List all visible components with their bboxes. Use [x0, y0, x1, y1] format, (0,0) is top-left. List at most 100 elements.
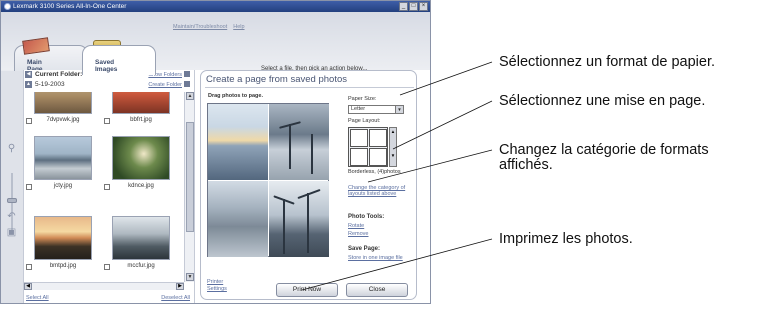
thumbnail-filename: bbfrt.jpg	[130, 117, 152, 123]
scrollbar-thumb[interactable]	[186, 122, 194, 232]
callout-category-line1: Changez la catégorie de formats	[499, 142, 709, 158]
work-area: Create a page from saved photos Drag pho…	[195, 70, 430, 303]
tab-label: Images	[95, 66, 118, 73]
current-folder-label: Current Folder:	[35, 71, 83, 78]
app-icon	[4, 3, 11, 10]
select-all-link[interactable]: Select All	[26, 295, 49, 301]
thumbnail-filename: kdnce.jpg	[128, 183, 154, 189]
thumbnail-checkbox[interactable]	[104, 264, 110, 270]
panel-footer: Select All Deselect All	[24, 292, 194, 303]
store-image-link[interactable]: Store in one image file	[348, 255, 403, 261]
paper-size-label: Paper Size:	[348, 96, 377, 102]
thumbnail-image[interactable]	[112, 136, 170, 180]
page-preview[interactable]	[207, 103, 329, 257]
palm-tree-icon	[311, 134, 313, 174]
palm-tree-icon	[283, 199, 285, 254]
close-button[interactable]: Close	[346, 283, 408, 297]
tab-label: Saved	[95, 59, 115, 66]
thumbnail-image[interactable]	[112, 216, 170, 260]
paper-size-select[interactable]: Letter ▼	[348, 105, 404, 114]
thumbnail-image[interactable]	[34, 136, 92, 180]
folder-icon[interactable]: ▲	[25, 81, 32, 88]
scroll-left-icon[interactable]: ◀	[24, 283, 32, 290]
thumbnail-item[interactable]: mccfur.jpg	[102, 216, 180, 274]
scroll-up-icon[interactable]: ▲	[186, 92, 194, 100]
page-layout-label: Page Layout:	[348, 118, 381, 124]
maximize-button[interactable]: □	[409, 2, 418, 11]
card-title: Create a page from saved photos	[206, 74, 348, 85]
photo-tools-label: Photo Tools:	[348, 214, 385, 220]
drag-photos-label: Drag photos to page.	[208, 93, 263, 99]
palm-tree-icon	[307, 193, 309, 253]
thumbnail-checkbox[interactable]	[104, 118, 110, 124]
thumbnail-item[interactable]: bmtpd.jpg	[24, 216, 102, 274]
create-folder-icon	[184, 81, 190, 87]
minimize-button[interactable]: _	[399, 2, 408, 11]
window-controls: _ □ ×	[399, 2, 428, 11]
help-link[interactable]: Help	[233, 24, 244, 30]
print-now-button[interactable]: Print Now	[276, 283, 338, 297]
thumbnail-image[interactable]	[112, 92, 170, 114]
printer-settings-line2: Settings	[207, 286, 227, 292]
thumbnail-filename: 7dvpvwk.jpg	[46, 117, 80, 123]
thumbnail-image[interactable]	[34, 92, 92, 114]
thumbnail-item[interactable]: jcty.jpg	[24, 136, 102, 194]
page-layout-selector[interactable]	[348, 127, 388, 167]
thumbnail-item[interactable]: 7dvpvwk.jpg	[24, 92, 102, 128]
callout-category: Changez la catégorie de formats affichés…	[499, 143, 709, 173]
remove-link[interactable]: Remove	[348, 231, 368, 237]
thumbnail-grid: 7dvpvwk.jpg bbfrt.jpg jcty.jpg kdnce.jpg	[24, 92, 184, 282]
create-page-card: Create a page from saved photos Drag pho…	[200, 70, 417, 300]
photo-slot[interactable]	[208, 181, 268, 257]
layout-cell	[369, 148, 387, 166]
zoom-slider-track[interactable]	[11, 173, 13, 233]
thumbnail-item[interactable]: bbfrt.jpg	[102, 92, 180, 128]
layout-cell	[350, 129, 368, 147]
zoom-slider-handle[interactable]	[7, 198, 17, 203]
hand-icon[interactable]: ↶	[6, 211, 17, 222]
callout-paper-format: Sélectionnez un format de papier.	[499, 54, 716, 70]
thumbnail-image[interactable]	[34, 216, 92, 260]
up-arrow-icon[interactable]: ◀	[25, 71, 32, 78]
layout-spinner[interactable]: ▲ ▼	[389, 127, 397, 167]
top-links: Maintain/Troubleshoot Help	[173, 24, 245, 30]
chevron-down-icon[interactable]: ▼	[395, 106, 403, 113]
create-folder-label: Create Folder	[148, 82, 182, 88]
printer-settings-link[interactable]: Printer Settings	[207, 279, 227, 293]
create-folder-link[interactable]: Create Folder	[148, 81, 190, 88]
horizontal-scrollbar[interactable]: ◀ ▶	[24, 282, 184, 290]
callout-layout: Sélectionnez une mise en page.	[499, 93, 706, 109]
photo-slot[interactable]	[269, 181, 329, 257]
thumbnail-filename: jcty.jpg	[53, 183, 73, 189]
callout-print: Imprimez les photos.	[499, 231, 633, 247]
change-category-link[interactable]: Change the category of layouts listed ab…	[348, 185, 405, 197]
palm-tree-icon	[289, 124, 291, 169]
zoom-icon[interactable]: ⚲	[6, 143, 17, 154]
layout-caption: Borderless, (4)photos	[348, 169, 401, 175]
thumbnail-scrollbar[interactable]: ▲ ▼	[184, 92, 194, 282]
thumbnail-filename: mccfur.jpg	[127, 263, 155, 269]
printer-settings-line1: Printer	[207, 279, 224, 285]
layout-cell	[369, 129, 387, 147]
thumbnail-item[interactable]: kdnce.jpg	[102, 136, 180, 194]
photo-slot[interactable]	[269, 104, 329, 180]
frame-icon[interactable]: ▣	[6, 227, 17, 238]
scroll-right-icon[interactable]: ▶	[176, 283, 184, 290]
maintain-troubleshoot-link[interactable]: Maintain/Troubleshoot	[173, 24, 227, 30]
close-window-button[interactable]: ×	[419, 2, 428, 11]
thumbnail-checkbox[interactable]	[26, 184, 32, 190]
thumbnail-checkbox[interactable]	[26, 264, 32, 270]
deselect-all-link[interactable]: Deselect All	[161, 295, 190, 301]
file-browser-panel: ◀ ▲ Current Folder: 5-19-2003 Show Folde…	[23, 70, 195, 303]
rotate-link[interactable]: Rotate	[348, 223, 364, 229]
header: Maintain/Troubleshoot Help Main Page Sav…	[1, 12, 430, 75]
divider	[205, 87, 414, 88]
thumbnail-checkbox[interactable]	[104, 184, 110, 190]
photo-slot[interactable]	[208, 104, 268, 180]
paper-size-value: Letter	[351, 106, 366, 112]
title-bar: Lexmark 3100 Series All-In-One Center _ …	[1, 1, 430, 12]
scroll-down-icon[interactable]: ▼	[186, 273, 194, 281]
thumbnail-checkbox[interactable]	[26, 118, 32, 124]
current-folder-name: 5-19-2003	[35, 81, 65, 88]
tab-saved-images[interactable]: Saved Images	[82, 45, 156, 75]
